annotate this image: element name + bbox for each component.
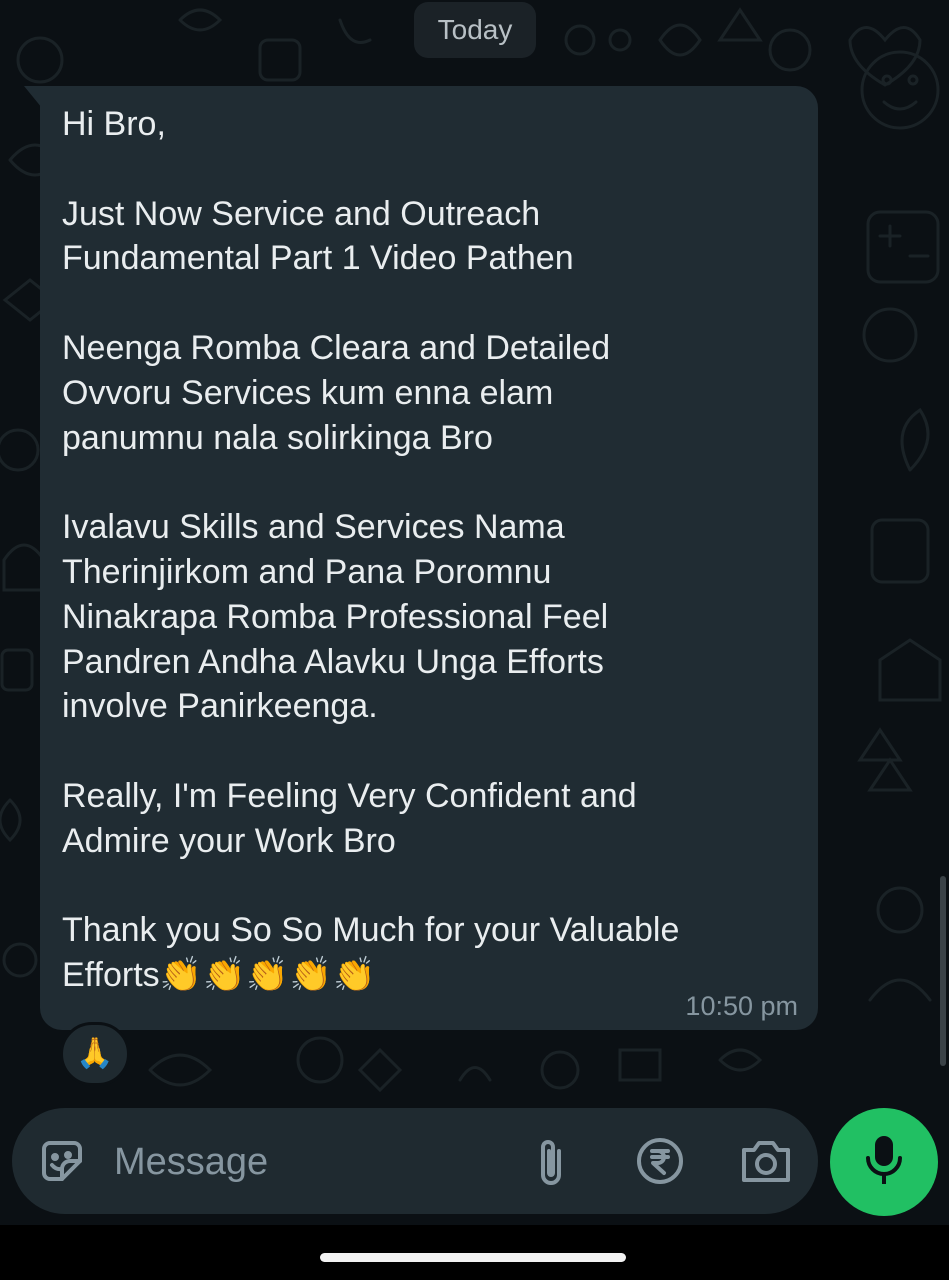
- incoming-message-bubble[interactable]: Hi Bro, Just Now Service and Outreach Fu…: [40, 86, 818, 1030]
- voice-record-button[interactable]: [830, 1108, 938, 1216]
- sticker-emoji-icon[interactable]: [34, 1133, 90, 1189]
- clap-emoji-row: 👏👏👏👏👏: [159, 956, 377, 995]
- system-nav-bar: [0, 1225, 949, 1280]
- home-indicator[interactable]: [320, 1253, 626, 1262]
- message-reaction-badge[interactable]: 🙏: [60, 1022, 130, 1086]
- scrollbar-thumb[interactable]: [940, 876, 946, 1066]
- date-divider: Today: [414, 2, 536, 58]
- message-timestamp: 10:50 pm: [685, 991, 798, 1021]
- message-input[interactable]: [112, 1132, 516, 1192]
- paperclip-icon[interactable]: [523, 1133, 579, 1189]
- rupee-icon[interactable]: [632, 1133, 688, 1189]
- microphone-icon: [864, 1134, 904, 1191]
- message-body: Hi Bro, Just Now Service and Outreach Fu…: [62, 105, 680, 995]
- camera-icon[interactable]: [738, 1133, 794, 1189]
- message-text: Hi Bro, Just Now Service and Outreach Fu…: [62, 102, 802, 998]
- message-composer: [12, 1108, 818, 1214]
- chat-screen: Today Hi Bro, Just Now Service and Outre…: [0, 0, 949, 1280]
